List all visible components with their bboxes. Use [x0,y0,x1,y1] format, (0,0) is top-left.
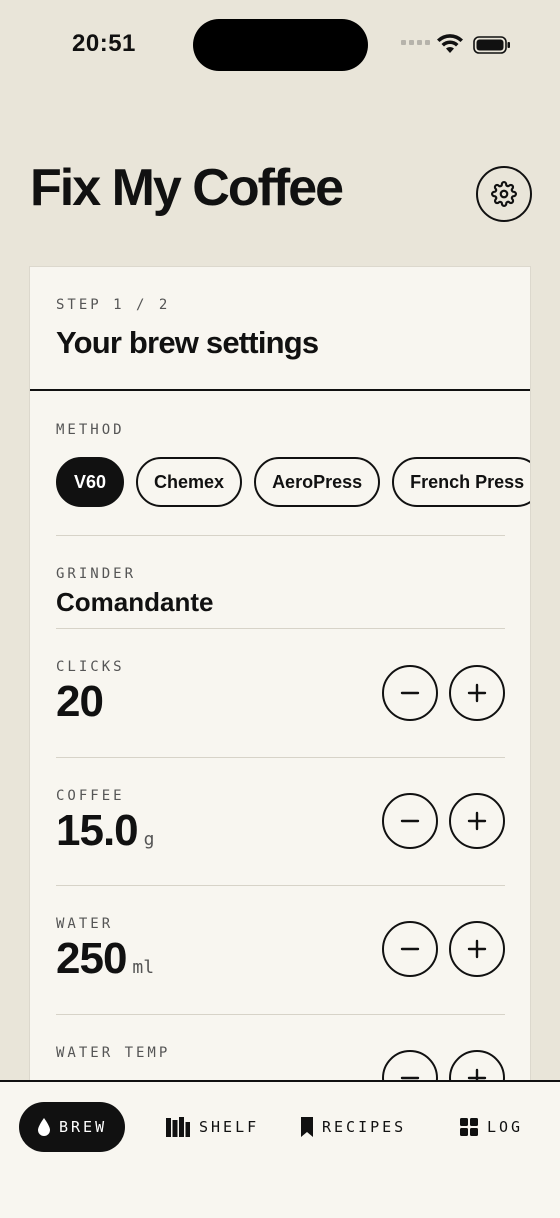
method-selector: V60 Chemex AeroPress French Press [56,457,530,507]
water-temp-label: WATER TEMP [56,1045,171,1061]
minus-icon [400,947,420,951]
nav-item-log[interactable]: LOG [459,1102,523,1152]
water-label: WATER [56,916,114,932]
clicks-value: 20 [56,677,104,727]
coffee-value: 15.0 g [56,806,154,856]
nav-label-log: LOG [487,1118,524,1136]
divider [56,1014,505,1015]
coffee-increment-button[interactable] [449,793,505,849]
water-value: 250 ml [56,934,154,984]
method-label: METHOD [56,422,125,438]
status-bar: 20:51 [0,0,560,90]
divider [56,535,505,536]
divider [56,757,505,758]
water-number: 250 [56,934,127,983]
signal-icon [401,40,430,45]
coffee-decrement-button[interactable] [382,793,438,849]
plus-icon [467,939,487,959]
gear-icon [491,181,517,207]
clicks-increment-button[interactable] [449,665,505,721]
plus-icon [467,683,487,703]
water-decrement-button[interactable] [382,921,438,977]
clicks-number: 20 [56,677,104,726]
plus-icon [467,811,487,831]
step-indicator: STEP 1 / 2 [56,297,171,313]
coffee-number: 15.0 [56,806,139,855]
nav-label-recipes: RECIPES [322,1118,407,1136]
water-increment-button[interactable] [449,921,505,977]
books-icon [166,1117,190,1137]
drop-icon [38,1118,50,1136]
clicks-label: CLICKS [56,659,125,675]
bottom-nav: BREW SHELF RECIPES LOG [0,1080,560,1218]
method-chip-v60[interactable]: V60 [56,457,125,507]
nav-label-shelf: SHELF [199,1118,260,1136]
dynamic-island [193,19,368,71]
minus-icon [400,691,420,695]
divider [56,885,505,886]
battery-icon [473,36,510,54]
brew-settings-card: STEP 1 / 2 Your brew settings METHOD V60… [29,266,531,1126]
coffee-label: COFFEE [56,788,125,804]
wifi-icon [437,34,463,53]
divider [56,628,505,629]
divider [30,389,530,391]
nav-item-shelf[interactable]: SHELF [165,1102,259,1152]
grinder-value[interactable]: Comandante [56,587,213,618]
water-unit: ml [132,957,155,978]
card-title: Your brew settings [56,325,319,360]
nav-item-brew[interactable]: BREW [19,1102,126,1152]
coffee-unit: g [143,829,155,850]
status-time: 20:51 [72,30,136,57]
clicks-decrement-button[interactable] [382,665,438,721]
minus-icon [400,819,420,823]
nav-label-brew: BREW [59,1118,108,1136]
page-title: Fix My Coffee [30,159,344,217]
grinder-label: GRINDER [56,566,137,582]
method-chip-french-press[interactable]: French Press [392,457,530,507]
method-chip-chemex[interactable]: Chemex [136,457,243,507]
nav-item-recipes[interactable]: RECIPES [300,1102,406,1152]
grid-icon [460,1118,478,1136]
settings-button[interactable] [476,166,532,222]
bookmark-icon [301,1117,313,1137]
method-chip-aeropress[interactable]: AeroPress [254,457,381,507]
